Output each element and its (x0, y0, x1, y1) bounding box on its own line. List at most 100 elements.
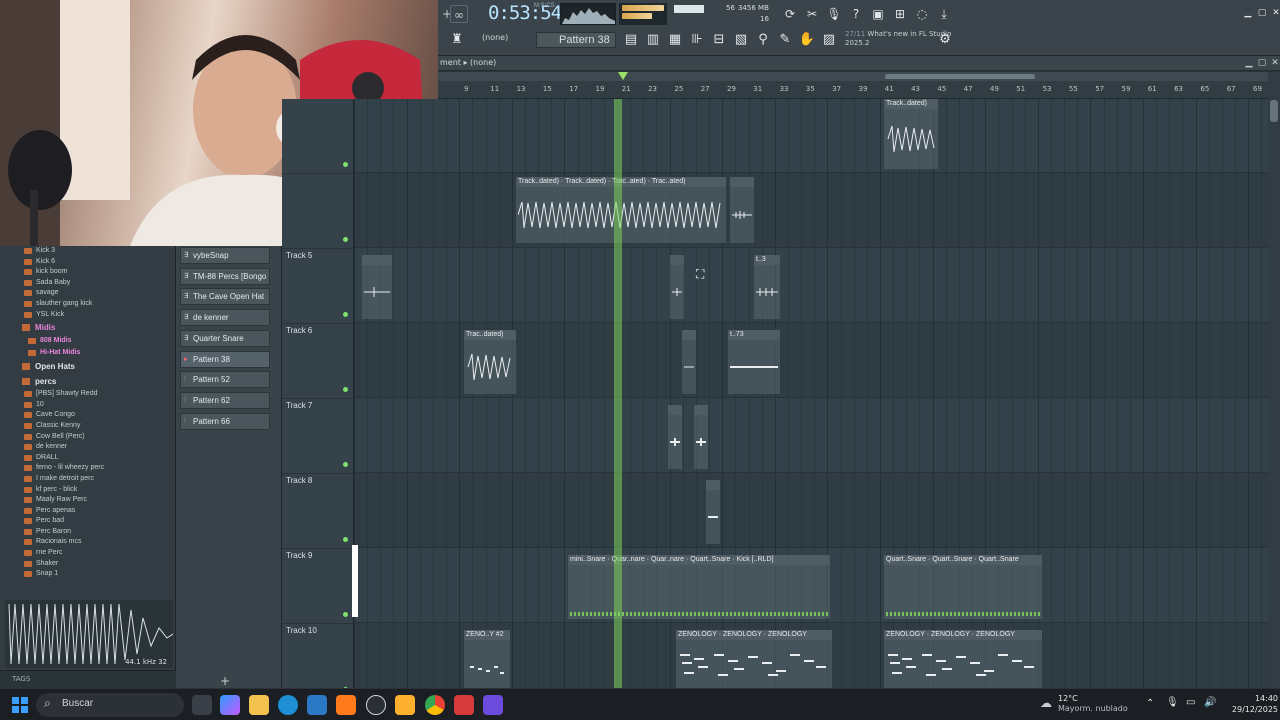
help-icon[interactable]: ? (846, 5, 866, 23)
discord-icon[interactable] (483, 695, 503, 715)
refresh-icon[interactable]: ⟳ (780, 5, 800, 23)
obs-icon[interactable] (366, 695, 386, 715)
add-pattern-button[interactable]: + (220, 674, 230, 688)
browser-item[interactable]: Classic Kenny (0, 421, 175, 432)
track-header[interactable]: Track 8 (282, 474, 353, 549)
chord-icon[interactable]: ▨ (820, 31, 838, 49)
pattern-item[interactable]: ∃ The Cave Open Hat (180, 288, 270, 306)
track-header[interactable] (282, 99, 353, 174)
browser-item[interactable]: de kenner (0, 442, 175, 453)
clip-track9-a[interactable]: mini..Snare · Quar..nare · Quar..nare · … (568, 555, 830, 619)
pattern-item[interactable]: ∃ TM-88 Percs [Bongo 1] (180, 267, 270, 285)
horizontal-scrollbar[interactable] (438, 72, 1268, 81)
master-volume[interactable] (619, 3, 667, 25)
taskbar-clock[interactable]: 14:40 29/12/2025 (1222, 693, 1278, 715)
clip-top-right[interactable]: Track..dated) (884, 99, 938, 169)
clip-track7-a[interactable] (668, 405, 682, 469)
close-icon[interactable]: ✕ (1266, 4, 1280, 22)
channel-rack-icon[interactable]: ▦ (666, 31, 684, 49)
clip-track8-a[interactable] (706, 480, 720, 544)
playhead-marker[interactable] (618, 72, 628, 80)
pattern-item[interactable]: ∃ de kenner (180, 309, 270, 327)
browser-item[interactable]: Cow Bell (Perc) (0, 432, 175, 443)
browser-item[interactable]: Snap 1 (0, 569, 175, 580)
arrangement-select[interactable]: (none) (470, 58, 496, 67)
browser-item[interactable]: Kick 3 (0, 246, 175, 257)
project-icon[interactable]: ▧ (732, 31, 750, 49)
snap-select[interactable]: (none) (482, 33, 528, 47)
browser-item[interactable]: Sada Baby (0, 278, 175, 289)
track-lane[interactable] (354, 248, 1268, 323)
pattern-item[interactable]: ⫶ Pattern 66 (180, 412, 270, 430)
download-icon[interactable]: ⤓ (934, 5, 954, 23)
chrome-icon[interactable] (425, 695, 445, 715)
cut-icon[interactable]: ✂ (802, 5, 822, 23)
plugin-icon[interactable]: ⊞ (890, 5, 910, 23)
track-header[interactable]: Track 10 (282, 624, 353, 688)
browser-folder-percs[interactable]: percs (0, 374, 175, 389)
horizontal-scroll-thumb[interactable] (885, 74, 1035, 79)
browser-item[interactable]: savage (0, 288, 175, 299)
clip-track5-a[interactable] (362, 255, 392, 319)
browser-folder-midis[interactable]: Midis (0, 320, 175, 335)
pattern-item[interactable]: ∃ Quarter Snare (180, 329, 270, 347)
browser-item[interactable]: slauther gang kick (0, 299, 175, 310)
clip-track10-b[interactable]: ZENOLOGY · ZENOLOGY · ZENOLOGY (676, 630, 832, 688)
browser-item[interactable]: rne Perc (0, 548, 175, 559)
clip-track6-c[interactable]: t..73 (728, 330, 780, 394)
browser-item[interactable]: [PBS] Shawty Redd (0, 389, 175, 400)
browser-item[interactable]: ferno - lil wheezy perc (0, 463, 175, 474)
edge-icon[interactable] (278, 695, 298, 715)
fl-studio-2-icon[interactable] (395, 695, 415, 715)
clip-track10-c[interactable]: ZENOLOGY · ZENOLOGY · ZENOLOGY (884, 630, 1042, 688)
browser-item[interactable]: Perc Baron (0, 527, 175, 538)
save-icon[interactable]: ▣ (868, 5, 888, 23)
browser-item[interactable]: kf perc - blick (0, 485, 175, 496)
store-icon[interactable] (307, 695, 327, 715)
track-mute-led[interactable] (343, 312, 348, 317)
chevron-up-icon[interactable]: ⌃ (1146, 698, 1154, 709)
track-resize-handle[interactable] (352, 545, 358, 617)
track-mute-led[interactable] (343, 462, 348, 467)
volume-icon[interactable]: 🔊 (1204, 697, 1216, 708)
file-explorer-icon[interactable] (249, 695, 269, 715)
pattern-item[interactable]: ∃ vybeSnap (180, 247, 270, 264)
track-header[interactable]: Track 7 (282, 399, 353, 474)
browser-icon[interactable]: ⊟ (710, 31, 728, 49)
mixer-icon[interactable]: ⊪ (688, 31, 706, 49)
browser-item[interactable]: kick boom (0, 267, 175, 278)
task-view-icon[interactable] (192, 695, 212, 715)
track-lane[interactable] (354, 173, 1268, 248)
tools-icon[interactable]: ✎ (776, 31, 794, 49)
track-header[interactable]: Track 9 (282, 549, 353, 624)
browser-item[interactable]: I make detroit perc (0, 474, 175, 485)
browser-folder-open-hats[interactable]: Open Hats (0, 359, 175, 374)
copilot-icon[interactable] (220, 695, 240, 715)
voicemod-icon[interactable] (454, 695, 474, 715)
clip-track5-c[interactable]: t..3 (754, 255, 780, 319)
browser-item[interactable]: Cave Congo (0, 410, 175, 421)
news-gear-icon[interactable]: ⚙ (936, 31, 954, 49)
track-header[interactable]: Track 5 (282, 249, 353, 324)
track-lane[interactable] (354, 398, 1268, 473)
browser-item[interactable]: Shaker (0, 559, 175, 570)
microphone-tray-icon[interactable]: 🎙 (1166, 697, 1179, 708)
browser-item[interactable]: Maaly Raw Perc (0, 495, 175, 506)
playhead[interactable] (614, 99, 622, 688)
weather-widget[interactable]: ☁ 12°C Mayorm. nublado (1040, 693, 1140, 717)
metronome-icon[interactable]: ♜ (448, 31, 466, 49)
clip-track5-b[interactable] (670, 255, 684, 319)
browser-tags-bar[interactable]: TAGS (0, 670, 176, 688)
browser-item[interactable]: Perc apenas (0, 506, 175, 517)
wait-icon[interactable]: ∞ (450, 5, 468, 23)
microphone-icon[interactable]: 🎙 (824, 5, 844, 23)
browser-folder-hihat-midis[interactable]: Hi-Hat Midis (0, 347, 175, 359)
piano-roll-icon[interactable]: ▥ (644, 31, 662, 49)
track-header[interactable]: Track 6 (282, 324, 353, 399)
browser-item[interactable]: Perc bad (0, 516, 175, 527)
browser-item[interactable]: DRALL (0, 453, 175, 464)
pattern-item[interactable]: ⫶ Pattern 52 (180, 371, 270, 389)
browser-item[interactable]: Racionais mcs (0, 537, 175, 548)
browser-item[interactable]: Kick 6 (0, 257, 175, 268)
clip-track4-b[interactable] (730, 177, 754, 243)
